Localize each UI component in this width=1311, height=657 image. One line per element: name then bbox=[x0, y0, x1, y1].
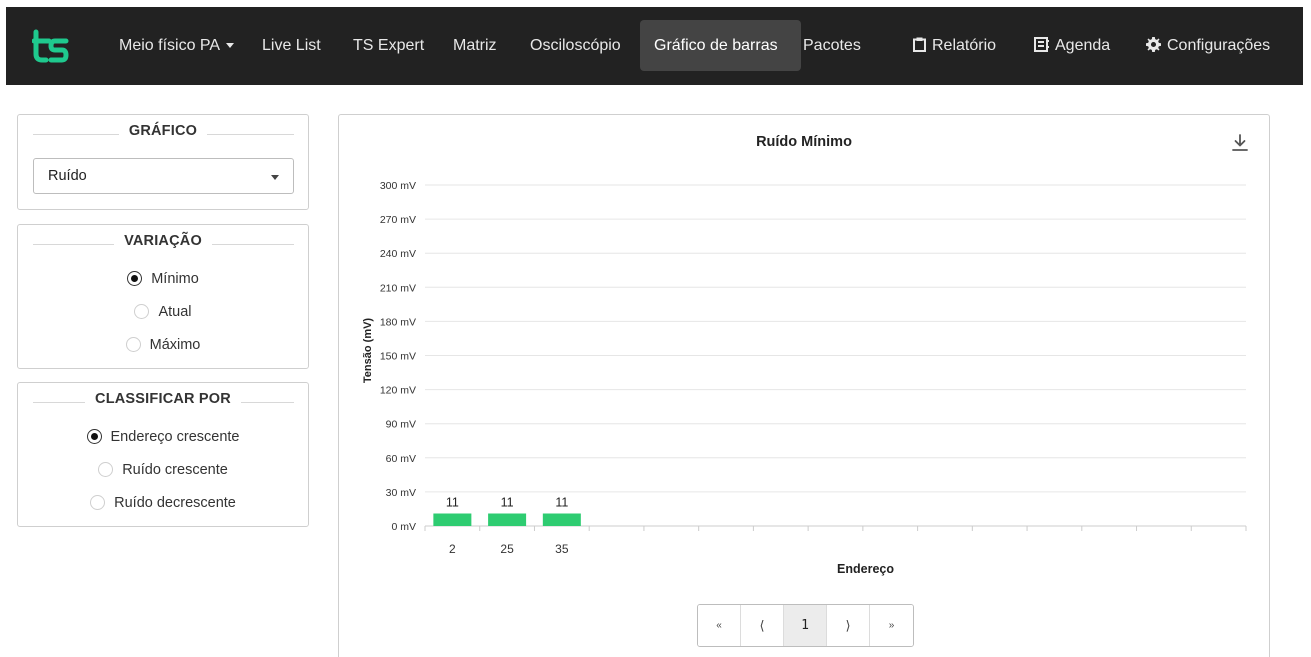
bar-chart: 0 mV 30 mV 60 mV 90 mV 120 mV 150 mV 180 mV 210… bbox=[362, 180, 1247, 576]
next-page-button[interactable]: ⟩ bbox=[827, 605, 870, 646]
nav-label: Live List bbox=[262, 37, 321, 54]
radio-checked-icon[interactable] bbox=[86, 429, 102, 444]
last-page-button[interactable]: » bbox=[870, 605, 913, 646]
nav-label: Matriz bbox=[453, 37, 497, 54]
radio-unchecked-icon[interactable] bbox=[98, 462, 114, 477]
nav-label: Agenda bbox=[1055, 37, 1111, 54]
radio-label: Máximo bbox=[149, 337, 201, 353]
radio-option-atual[interactable]: Atual bbox=[18, 302, 308, 322]
nav-grafico-de-barras[interactable]: Gráfico de barras bbox=[640, 20, 801, 71]
nav-label: Pacotes bbox=[803, 37, 861, 54]
radio-label: Ruído crescente bbox=[122, 462, 228, 478]
panel-legend: CLASSIFICAR POR bbox=[18, 391, 308, 415]
radio-option-minimo[interactable]: Mínimo bbox=[18, 269, 308, 289]
radio-option-endereco-crescente[interactable]: Endereço crescente bbox=[18, 427, 308, 447]
y-tick-label: 180 mV bbox=[380, 316, 416, 328]
y-tick-label: 150 mV bbox=[380, 351, 416, 363]
nav-label: Configurações bbox=[1167, 37, 1271, 54]
panel-title: CLASSIFICAR POR bbox=[85, 391, 241, 407]
radio-label: Atual bbox=[158, 304, 192, 320]
radio-unchecked-icon[interactable] bbox=[134, 304, 150, 319]
contact-card-icon bbox=[1034, 37, 1049, 52]
radio-option-ruido-crescente[interactable]: Ruído crescente bbox=[18, 460, 308, 480]
radio-label: Endereço crescente bbox=[110, 429, 240, 445]
bar bbox=[433, 513, 472, 526]
x-axis-title: Endereço bbox=[837, 562, 894, 576]
chevron-down-icon bbox=[271, 175, 279, 180]
nav-osciloscopio[interactable]: Osciloscópio bbox=[516, 20, 635, 71]
bar bbox=[488, 513, 527, 526]
y-tick-label: 60 mV bbox=[386, 453, 416, 465]
grafico-select-value: Ruído bbox=[48, 168, 87, 184]
nav-meio-fisico-pa[interactable]: Meio físico PA bbox=[105, 20, 248, 71]
top-navbar: Meio físico PA Live List TS Expert Matri… bbox=[6, 7, 1303, 85]
nav-configuracoes[interactable]: Configurações bbox=[1132, 20, 1284, 71]
nav-agenda[interactable]: Agenda bbox=[1020, 20, 1124, 71]
radio-unchecked-icon[interactable] bbox=[125, 337, 141, 352]
panel-title: VARIAÇÃO bbox=[114, 233, 212, 249]
y-tick-label: 300 mV bbox=[380, 180, 416, 192]
chart-panel: Ruído Mínimo 0 mV 30 mV 60 mV 90 mV 120 mV 15… bbox=[338, 114, 1270, 657]
bar-value-label: 11 bbox=[501, 495, 514, 509]
pagination: « ⟨ 1 ⟩ » bbox=[697, 604, 914, 647]
bar-value-label: 11 bbox=[446, 495, 459, 509]
nav-label: TS Expert bbox=[353, 37, 425, 54]
nav-ts-expert[interactable]: TS Expert bbox=[339, 20, 438, 71]
nav-live-list[interactable]: Live List bbox=[248, 20, 335, 71]
x-tick-label: 35 bbox=[555, 542, 569, 556]
y-tick-label: 0 mV bbox=[391, 521, 416, 533]
first-page-button[interactable]: « bbox=[698, 605, 741, 646]
clipboard-icon bbox=[913, 37, 926, 52]
radio-unchecked-icon[interactable] bbox=[90, 495, 106, 510]
page-number-button[interactable]: 1 bbox=[784, 605, 827, 646]
radio-label: Ruído decrescente bbox=[114, 495, 236, 511]
y-tick-label: 120 mV bbox=[380, 385, 416, 397]
nav-label: Gráfico de barras bbox=[654, 37, 778, 54]
nav-matriz[interactable]: Matriz bbox=[439, 20, 511, 71]
variacao-panel: VARIAÇÃO Mínimo Atual Máximo bbox=[17, 224, 309, 369]
grafico-panel: GRÁFICO Ruído bbox=[17, 114, 309, 210]
y-tick-label: 30 mV bbox=[386, 487, 416, 499]
grafico-select[interactable]: Ruído bbox=[33, 158, 294, 194]
y-tick-label: 210 mV bbox=[380, 282, 416, 294]
classificar-panel: CLASSIFICAR POR Endereço crescente Ruído… bbox=[17, 382, 309, 527]
y-tick-label: 270 mV bbox=[380, 214, 416, 226]
ts-logo[interactable] bbox=[32, 28, 70, 64]
prev-page-button[interactable]: ⟨ bbox=[741, 605, 784, 646]
y-tick-label: 90 mV bbox=[386, 419, 416, 431]
panel-title: GRÁFICO bbox=[118, 123, 208, 139]
nav-label: Osciloscópio bbox=[530, 37, 621, 54]
nav-pacotes[interactable]: Pacotes bbox=[789, 20, 875, 71]
panel-legend: GRÁFICO bbox=[18, 123, 308, 147]
nav-label: Relatório bbox=[932, 37, 997, 54]
y-tick-label: 240 mV bbox=[380, 248, 416, 260]
panel-legend: VARIAÇÃO bbox=[18, 233, 308, 257]
nav-relatorio[interactable]: Relatório bbox=[899, 20, 1010, 71]
nav-label: Meio físico PA bbox=[119, 37, 221, 54]
bar bbox=[542, 513, 581, 526]
radio-option-maximo[interactable]: Máximo bbox=[18, 335, 308, 355]
radio-option-ruido-decrescente[interactable]: Ruído decrescente bbox=[18, 493, 308, 513]
chevron-down-icon bbox=[226, 43, 235, 49]
y-axis-title: Tensão (mV) bbox=[362, 318, 374, 384]
radio-label: Mínimo bbox=[151, 271, 199, 287]
radio-checked-icon[interactable] bbox=[127, 271, 143, 286]
x-tick-label: 2 bbox=[449, 542, 456, 556]
x-tick-label: 25 bbox=[500, 542, 514, 556]
gear-icon bbox=[1146, 37, 1161, 52]
bar-value-label: 11 bbox=[555, 495, 568, 509]
